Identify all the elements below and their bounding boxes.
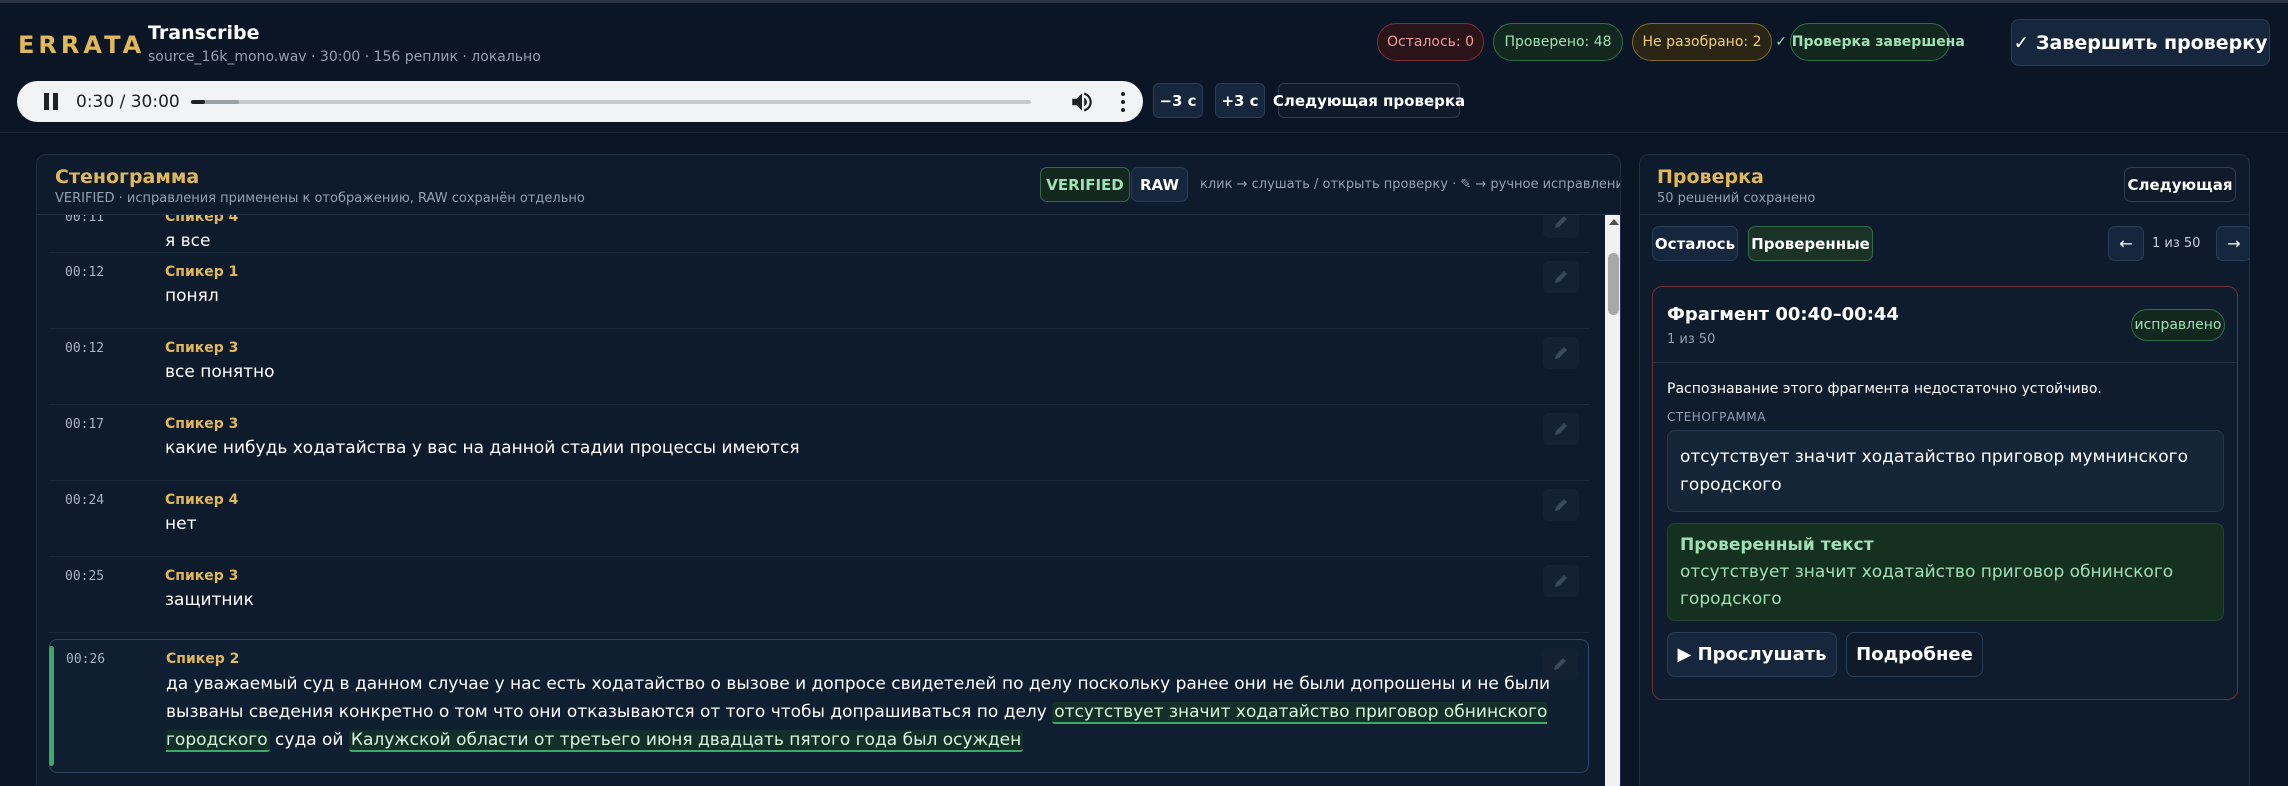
played-range	[191, 100, 206, 104]
transcript-row[interactable]: 00:11 Спикер 4 я все	[49, 215, 1589, 253]
row-timestamp: 00:12	[65, 265, 105, 280]
review-panel: Проверка 50 решений сохранено Следующая …	[1639, 154, 2250, 786]
fragment-card: Фрагмент 00:40–00:44 1 из 50 исправлено …	[1652, 286, 2238, 700]
transcript-list: 00:11 Спикер 4 я все 00:12 Спикер 1 поня…	[37, 215, 1605, 786]
transcript-hint: клик → слушать / открыть проверку · ✎ → …	[1200, 177, 1621, 192]
row-text: какие нибудь ходатайства у вас на данной…	[165, 438, 800, 458]
row-timestamp: 00:12	[65, 341, 105, 356]
details-button[interactable]: Подробнее	[1846, 632, 1983, 677]
tab-remaining[interactable]: Осталось	[1652, 226, 1738, 261]
playback-time: 0:30 / 30:00	[76, 92, 180, 112]
row-speaker: Спикер 3	[165, 340, 239, 356]
row-text: понял	[165, 286, 219, 306]
row-text: нет	[165, 514, 197, 534]
review-counter: 1 из 50	[2152, 236, 2201, 251]
scrollbar-thumb[interactable]	[1608, 253, 1619, 315]
fragment-message: Распознавание этого фрагмента недостаточ…	[1667, 381, 2102, 397]
raw-text-box: отсутствует значит ходатайство приговор …	[1667, 430, 2224, 512]
listen-button[interactable]: ▶ Прослушать	[1667, 632, 1837, 677]
audio-player: 0:30 / 30:00	[17, 81, 1143, 122]
status-badge: исправлено	[2131, 309, 2225, 341]
seek-bar[interactable]	[191, 100, 1031, 104]
verified-text: отсутствует значит ходатайство приговор …	[1680, 562, 2174, 609]
fragment-title: Фрагмент 00:40–00:44	[1667, 304, 1899, 325]
row-timestamp: 00:17	[65, 417, 105, 432]
review-subtitle: 50 решений сохранено	[1657, 191, 1816, 206]
row-speaker: Спикер 2	[166, 651, 240, 667]
verified-text-box: Проверенный текст отсутствует значит ход…	[1667, 523, 2224, 621]
row-text: все понятно	[165, 362, 275, 382]
next-check-button[interactable]: Следующая проверка	[1273, 83, 1465, 118]
divider	[1640, 214, 2249, 215]
prev-arrow-icon[interactable]: ←	[2108, 226, 2144, 261]
row-text: да уважаемый суд в данном случае у нас е…	[166, 670, 1586, 754]
row-speaker: Спикер 3	[165, 416, 239, 432]
raw-text: отсутствует значит ходатайство приговор …	[1680, 447, 2188, 495]
row-text-plain: суда ой	[269, 730, 349, 750]
volume-icon[interactable]	[1069, 89, 1095, 115]
pause-icon[interactable]	[43, 93, 59, 110]
row-timestamp: 00:24	[65, 493, 105, 508]
edit-pencil-icon[interactable]	[1543, 337, 1579, 369]
edit-pencil-icon[interactable]	[1543, 413, 1579, 445]
row-speaker: Спикер 4	[165, 492, 239, 508]
section-label: СТЕНОГРАММА	[1667, 410, 1766, 424]
file-info: source_16k_mono.wav · 30:00 · 156 реплик…	[148, 49, 541, 65]
transcript-row[interactable]: 00:12 Спикер 3 все понятно	[49, 329, 1589, 405]
app-logo: ERRATA	[18, 31, 146, 59]
next-arrow-icon[interactable]: →	[2216, 226, 2249, 261]
row-text: я все	[165, 231, 211, 251]
transcript-title: Стенограмма	[55, 166, 200, 188]
row-timestamp: 00:11	[65, 215, 105, 225]
row-speaker: Спикер 1	[165, 264, 239, 280]
review-next-button[interactable]: Следующая	[2124, 167, 2236, 202]
review-complete-badge: ✓ Проверка завершена	[1775, 23, 1965, 61]
row-timestamp: 00:26	[66, 652, 106, 667]
row-speaker: Спикер 3	[165, 568, 239, 584]
transcript-scrollbar[interactable]	[1605, 215, 1620, 786]
mode-verified-button[interactable]: VERIFIED	[1040, 167, 1130, 202]
edit-pencil-icon[interactable]	[1543, 565, 1579, 597]
fragment-index: 1 из 50	[1667, 332, 1716, 347]
rewind-3s-button[interactable]: −3 с	[1153, 83, 1203, 118]
transcript-row-active[interactable]: 00:26 Спикер 2 да уважаемый суд в данном…	[49, 639, 1589, 773]
remaining-badge: Осталось: 0	[1377, 23, 1484, 61]
tab-checked[interactable]: Проверенные	[1748, 226, 1873, 261]
transcript-row[interactable]: 00:24 Спикер 4 нет	[49, 481, 1589, 557]
edit-pencil-icon[interactable]	[1543, 215, 1579, 238]
divider	[1653, 362, 2237, 363]
more-options-icon[interactable]	[1119, 90, 1127, 114]
app-title: Transcribe	[148, 22, 260, 44]
unparsed-badge: Не разобрано: 2	[1632, 23, 1772, 61]
transcript-subtitle: VERIFIED · исправления применены к отобр…	[55, 191, 585, 206]
row-text: защитник	[165, 590, 254, 610]
verified-count-badge: Проверено: 48	[1493, 23, 1623, 61]
mode-raw-button[interactable]: RAW	[1131, 167, 1188, 202]
edit-pencil-icon[interactable]	[1543, 261, 1579, 293]
verified-text-title: Проверенный текст	[1680, 535, 1874, 555]
edit-pencil-icon[interactable]	[1542, 648, 1578, 680]
review-title: Проверка	[1657, 166, 1764, 188]
scroll-up-arrow-icon[interactable]	[1609, 219, 1619, 225]
app-header: ERRATA Transcribe source_16k_mono.wav · …	[0, 3, 2288, 133]
row-timestamp: 00:25	[65, 569, 105, 584]
edit-pencil-icon[interactable]	[1543, 489, 1579, 521]
finish-review-button[interactable]: ✓ Завершить проверку	[2011, 19, 2270, 66]
transcript-row[interactable]: 00:17 Спикер 3 какие нибудь ходатайства …	[49, 405, 1589, 481]
corrected-fragment[interactable]: Калужской области от третьего июня двадц…	[348, 730, 1024, 752]
transcript-row[interactable]: 00:25 Спикер 3 защитник	[49, 557, 1589, 633]
transcript-panel: Стенограмма VERIFIED · исправления приме…	[36, 154, 1621, 786]
forward-3s-button[interactable]: +3 с	[1215, 83, 1265, 118]
transcript-row[interactable]: 00:12 Спикер 1 понял	[49, 253, 1589, 329]
row-speaker: Спикер 4	[165, 215, 239, 225]
